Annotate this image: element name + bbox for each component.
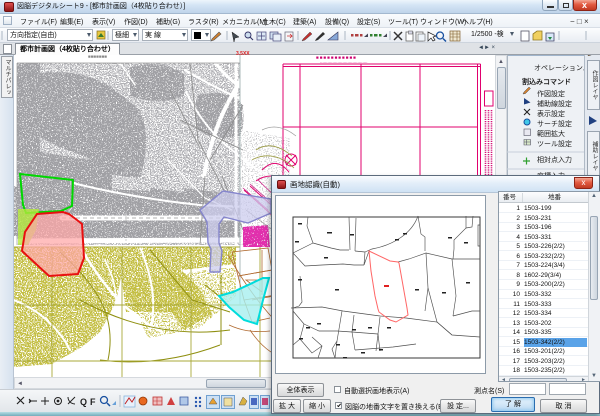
svg-text:........................: ........................: [94, 60, 124, 65]
svg-text:..............................: ......................................: [320, 59, 368, 64]
svg-text:Q: Q: [80, 397, 87, 407]
svg-text:F: F: [90, 397, 96, 407]
